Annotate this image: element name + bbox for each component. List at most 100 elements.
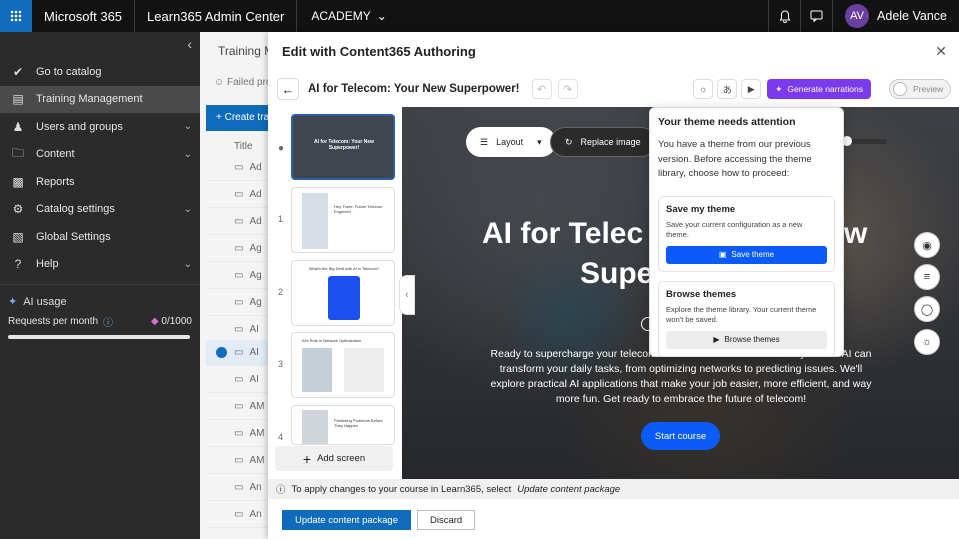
row-title: Ag: [249, 243, 262, 254]
info-icon[interactable]: ⓘ: [103, 314, 113, 329]
top-bar: Microsoft 365 Learn365 Admin Center ACAD…: [0, 0, 959, 32]
row-title: Ad: [249, 189, 262, 200]
usage-bar: [8, 335, 190, 339]
browse-themes-card: Browse themes Explore the theme library.…: [658, 280, 835, 357]
magic-wand-icon: ✦: [8, 296, 18, 308]
feedback-icon[interactable]: [800, 0, 832, 32]
check-circle-icon: ✔: [12, 64, 24, 79]
user-name: Adele Vance: [877, 9, 947, 23]
app-launcher-icon[interactable]: [0, 0, 32, 32]
sidebar-item-content[interactable]: 🗀 Content ⌄: [0, 141, 200, 169]
info-link: Update content package: [517, 483, 621, 495]
row-title: AI: [249, 324, 259, 335]
generate-narrations-button[interactable]: ✦ Generate narrations: [767, 79, 871, 99]
hero-title-line1[interactable]: AI for Telec: [482, 217, 643, 251]
training-management-background: Training M ☺ Failed pro + Create tra Tit…: [200, 32, 270, 539]
thumbnail-screen-2[interactable]: What's the Big Deal with AI in Telecom?: [291, 260, 395, 326]
back-arrow-icon[interactable]: ←: [277, 78, 299, 100]
collapse-sidebar-button[interactable]: ‹: [0, 32, 200, 56]
table-row[interactable]: ▭ Ad: [206, 209, 270, 235]
update-content-package-button[interactable]: Update content package: [282, 510, 411, 530]
chat-icon[interactable]: ☼: [693, 79, 714, 99]
thumbnail-screen-4[interactable]: Predicting Problems Before They Happen: [291, 405, 395, 445]
sidebar-item-go-to-catalog[interactable]: ✔ Go to catalog: [0, 58, 200, 86]
translate-icon[interactable]: あ: [717, 79, 738, 99]
failed-label: Failed pro: [227, 77, 270, 88]
sidebar-item-catalog-settings[interactable]: ⚙ Catalog settings ⌄: [0, 196, 200, 224]
hero-title-line2[interactable]: Supe: [580, 257, 653, 291]
thumbnail-screen-3[interactable]: AI's Role in Network Optimization: [291, 332, 395, 398]
eye-icon[interactable]: ◉: [914, 232, 940, 258]
smile-icon: ☺: [214, 77, 225, 88]
gem-icon: ◆: [150, 316, 159, 327]
course-title: AI for Telecom: Your New Superpower!: [308, 83, 520, 95]
thumb-caption: Hey There, Future Telecom Engineer!: [334, 204, 383, 214]
text-align-icon[interactable]: ≡: [914, 264, 940, 290]
create-button[interactable]: + Create tra: [206, 105, 270, 131]
thumb-caption: What's the Big Deal with AI in Telecom?: [308, 266, 380, 271]
sidebar-item-global-settings[interactable]: ▧ Global Settings: [0, 223, 200, 251]
thumbnail-screen-1[interactable]: Hey There, Future Telecom Engineer!: [291, 187, 395, 253]
user-menu[interactable]: AV Adele Vance: [832, 0, 959, 32]
table-row[interactable]: ▭ An: [206, 475, 270, 501]
save-theme-label: Save theme: [731, 250, 775, 259]
academy-dropdown[interactable]: ACADEMY ⌄: [297, 9, 400, 23]
monitor-icon: ▭: [234, 428, 244, 439]
table-row[interactable]: ▭ AM: [206, 448, 270, 474]
droplet-icon[interactable]: ◯: [914, 296, 940, 322]
collapse-thumbnails-button[interactable]: ‹: [399, 275, 415, 315]
gear-icon: ⚙: [12, 202, 24, 217]
requests-value-row: ◆ 0/1000: [151, 316, 192, 327]
close-icon[interactable]: ✕: [935, 43, 947, 60]
footer-actions: Update content package Discard: [282, 510, 476, 530]
info-icon: ⓘ: [276, 485, 286, 496]
thumb-image: [344, 348, 384, 392]
row-title: AM: [249, 455, 265, 466]
table-row[interactable]: ▭ Ad: [206, 155, 270, 181]
ai-usage-header: ✦ AI usage: [0, 284, 200, 308]
authoring-panel: Edit with Content365 Authoring ✕ ← AI fo…: [268, 32, 959, 539]
sidebar-item-users-and-groups[interactable]: ♟ Users and groups ⌄: [0, 113, 200, 141]
app-name[interactable]: Microsoft 365: [32, 0, 136, 32]
popup-title: Your theme needs attention: [658, 116, 796, 128]
table-row[interactable]: ▭ AM: [206, 421, 270, 447]
settings-doc-icon: ▧: [12, 229, 24, 244]
question-icon: ?: [14, 257, 22, 272]
opacity-slider[interactable]: [842, 136, 887, 146]
chevron-down-icon: ⌄: [183, 148, 192, 160]
chat-bubble-icon[interactable]: ☼: [914, 329, 940, 355]
save-theme-card: Save my theme Save your current configur…: [658, 195, 835, 272]
narration-icon[interactable]: ▶: [741, 79, 762, 99]
thumbnail-cover[interactable]: AI for Telecom: Your New Superpower!: [291, 114, 395, 180]
discard-button[interactable]: Discard: [417, 510, 476, 530]
redo-icon[interactable]: ↷: [557, 79, 578, 99]
failed-processing-text: ☺ Failed pro: [214, 77, 270, 88]
sidebar-item-label: Content: [36, 148, 75, 161]
row-title: Ad: [249, 216, 262, 227]
table-row[interactable]: ▭ AM: [206, 394, 270, 420]
undo-icon[interactable]: ↶: [531, 79, 552, 99]
browse-themes-button[interactable]: ▶ Browse themes: [666, 330, 827, 349]
layout-dropdown[interactable]: ☰ Layout ▾: [466, 127, 556, 157]
replace-image-button[interactable]: ↻ Replace image: [550, 127, 656, 157]
add-screen-button[interactable]: + Add screen: [275, 446, 393, 471]
save-theme-desc: Save your current configuration as a new…: [666, 219, 803, 240]
sidebar-item-help[interactable]: ? Help ⌄: [0, 251, 200, 279]
sidebar-item-reports[interactable]: ▩ Reports: [0, 168, 200, 196]
sidebar-item-training-management[interactable]: ▤ Training Management: [0, 85, 200, 113]
start-course-button[interactable]: Start course: [641, 422, 720, 450]
save-theme-button[interactable]: ▣ Save theme: [666, 245, 827, 264]
table-row[interactable]: ▭ Ag: [206, 290, 270, 316]
monitor-icon: ▭: [234, 324, 244, 335]
sidebar-item-label: Training Management: [36, 93, 143, 106]
table-row[interactable]: ▭ Ag: [206, 236, 270, 262]
table-row[interactable]: ▭ AI: [206, 367, 270, 393]
table-row-selected[interactable]: ▭ AI: [206, 340, 270, 366]
bell-icon[interactable]: [768, 0, 800, 32]
product-name[interactable]: Learn365 Admin Center: [135, 0, 298, 32]
preview-toggle[interactable]: Preview: [889, 79, 951, 99]
table-row[interactable]: ▭ Ag: [206, 263, 270, 289]
table-row[interactable]: ▭ Ad: [206, 182, 270, 208]
table-row[interactable]: ▭ An: [206, 502, 270, 528]
hero-title-end[interactable]: w: [844, 217, 867, 251]
